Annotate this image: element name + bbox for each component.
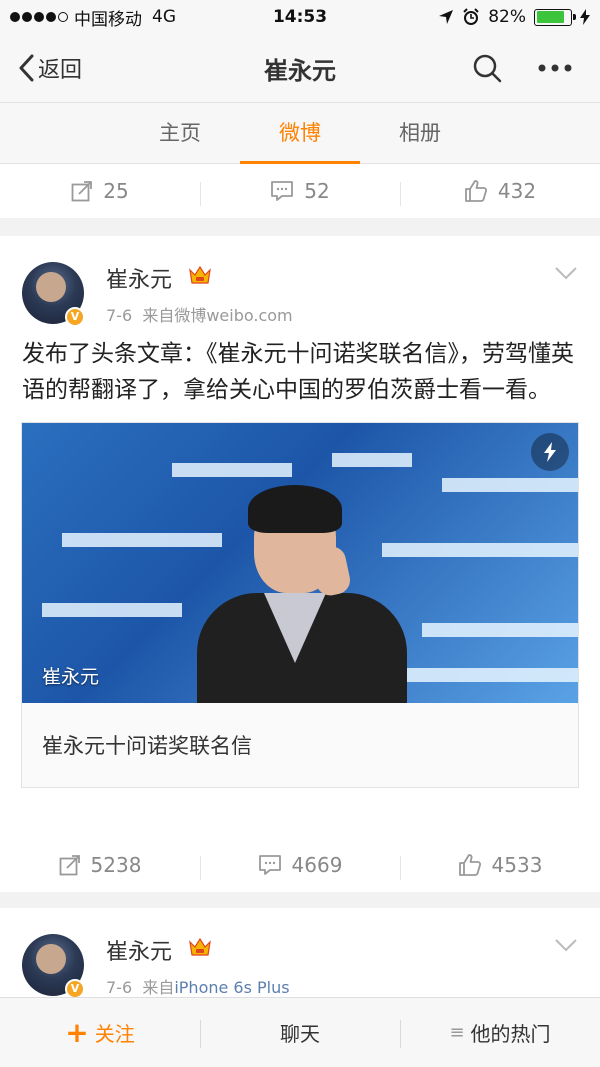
post-source-prefix: 来自 — [142, 978, 175, 997]
follow-label: 关注 — [94, 1022, 135, 1046]
post-actions: 5238 4669 4533 — [0, 838, 600, 892]
like-count: 432 — [497, 179, 537, 203]
article-card[interactable]: 崔永元 崔永元十问诺奖联名信 — [21, 422, 579, 788]
post-source-link[interactable]: iPhone 6s Plus — [174, 978, 289, 997]
post-author[interactable]: 崔永元 — [106, 934, 172, 966]
lightning-icon — [531, 433, 569, 471]
vip-crown-icon — [189, 265, 211, 284]
vip-crown-icon — [189, 937, 211, 956]
carrier-name: 中国移动 — [74, 9, 142, 30]
battery-icon — [534, 8, 576, 26]
chevron-down-icon[interactable] — [554, 266, 578, 280]
more-icon[interactable] — [538, 64, 572, 72]
repost-count: 25 — [103, 179, 129, 203]
signal-strength-icon — [10, 12, 68, 22]
chat-label: 聊天 — [280, 1022, 320, 1046]
verified-badge-icon: V — [65, 979, 85, 999]
chevron-left-icon — [19, 54, 34, 82]
post-source: weibo.com — [206, 306, 293, 325]
comment-icon — [258, 855, 281, 875]
comment-icon — [271, 181, 294, 201]
post-source-prefix: 来自微博 — [142, 306, 207, 325]
repost-button[interactable]: 5238 — [0, 853, 200, 877]
hot-posts-button[interactable]: ≡ 他的热门 — [400, 1018, 600, 1048]
previous-post-actions: 25 52 432 — [0, 164, 600, 218]
repost-count: 5238 — [90, 853, 142, 877]
chat-button[interactable]: 聊天 — [200, 1018, 400, 1048]
tab-home[interactable]: 主页 — [120, 103, 240, 163]
comment-button[interactable]: 52 — [200, 179, 400, 206]
repost-button[interactable]: 25 — [0, 179, 200, 203]
weibo-post: V 崔永元 7-6 来自iPhone 6s Plus — [0, 908, 600, 1008]
back-label: 返回 — [38, 58, 83, 83]
repost-icon — [71, 181, 93, 202]
comment-count: 52 — [304, 179, 330, 203]
repost-icon — [59, 855, 80, 876]
post-meta: 7-6 来自iPhone 6s Plus — [106, 974, 290, 998]
navigation-bar: 返回 崔永元 — [0, 34, 600, 102]
list-icon: ≡ — [449, 1022, 465, 1043]
alarm-icon — [463, 8, 479, 25]
post-author[interactable]: 崔永元 — [106, 262, 172, 294]
plus-icon: + — [65, 1015, 89, 1049]
charging-icon — [580, 9, 590, 25]
post-date: 7-6 — [106, 306, 133, 325]
comment-button[interactable]: 4669 — [200, 853, 400, 880]
chevron-down-icon[interactable] — [554, 938, 578, 952]
like-count: 4533 — [491, 853, 543, 877]
profile-tabs: 主页 微博 相册 — [0, 102, 600, 164]
weibo-post: V 崔永元 7-6 来自微博weibo.com 发布了头条文章：《崔永元十问诺奖… — [0, 236, 600, 890]
follow-button[interactable]: + 关注 — [0, 1018, 200, 1047]
network-type: 4G — [152, 7, 176, 27]
like-button[interactable]: 432 — [400, 179, 600, 206]
image-caption: 崔永元 — [42, 666, 100, 688]
comment-count: 4669 — [291, 853, 343, 877]
bottom-toolbar: + 关注 聊天 ≡ 他的热门 — [0, 997, 600, 1067]
like-button[interactable]: 4533 — [400, 853, 600, 880]
hot-posts-label: 他的热门 — [470, 1022, 551, 1046]
verified-badge-icon: V — [65, 307, 85, 327]
thumbs-up-icon — [458, 854, 481, 876]
status-bar: 中国移动 4G 14:53 82% — [0, 0, 600, 34]
post-meta: 7-6 来自微博weibo.com — [106, 302, 293, 326]
tab-album[interactable]: 相册 — [360, 103, 480, 163]
thumbs-up-icon — [465, 180, 487, 202]
post-text: 发布了头条文章：《崔永元十问诺奖联名信》，劳驾懂英语的帮翻译了，拿给关心中国的罗… — [22, 341, 574, 403]
search-icon[interactable] — [472, 53, 502, 83]
article-cover-image: 崔永元 — [22, 423, 578, 703]
battery-percent: 82% — [488, 7, 526, 27]
back-button[interactable]: 返回 — [0, 52, 82, 84]
location-icon — [439, 10, 454, 24]
article-title: 崔永元十问诺奖联名信 — [22, 703, 578, 787]
post-date: 7-6 — [106, 978, 133, 997]
tab-weibo[interactable]: 微博 — [240, 103, 360, 164]
